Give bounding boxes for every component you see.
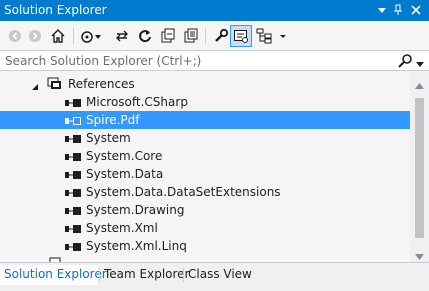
assembly-reference-icon: [65, 241, 81, 251]
tab-team-explorer[interactable]: Team Explorer: [100, 265, 190, 285]
refresh-icon[interactable]: [134, 25, 156, 47]
search-options-dropdown-icon[interactable]: [416, 57, 424, 67]
assembly-reference-icon: [65, 169, 81, 179]
reference-label: Microsoft.CSharp: [86, 95, 188, 109]
dropdown-icon[interactable]: [276, 25, 290, 47]
reference-item[interactable]: System.Data.DataSetExtensions: [0, 183, 410, 201]
pending-changes-icon[interactable]: [80, 25, 102, 47]
toolbar: [0, 22, 429, 50]
back-icon[interactable]: [4, 25, 26, 47]
reference-label: System.Drawing: [86, 203, 185, 217]
assembly-reference-icon: [65, 115, 81, 125]
scrollbar-thumb[interactable]: [415, 98, 424, 238]
vertical-scrollbar[interactable]: [410, 72, 429, 262]
expanded-arrow-icon[interactable]: [31, 80, 39, 94]
reference-label: System.Xml: [86, 221, 158, 235]
class-diagram-icon[interactable]: [253, 25, 275, 47]
collapse-all-icon[interactable]: [157, 25, 179, 47]
reference-item[interactable]: System.Xml: [0, 219, 410, 237]
preview-icon[interactable]: [230, 25, 252, 47]
properties-icon[interactable]: [210, 25, 232, 47]
tree-node-label: References: [68, 77, 135, 91]
reference-label: System.Data.DataSetExtensions: [86, 185, 281, 199]
window-title: Solution Explorer: [4, 3, 107, 17]
reference-item[interactable]: System.Drawing: [0, 201, 410, 219]
reference-label: System.Data: [86, 167, 164, 181]
references-folder-icon: [47, 77, 63, 94]
reference-label: System: [86, 131, 131, 145]
search-box[interactable]: Search Solution Explorer (Ctrl+;): [0, 50, 429, 71]
assembly-reference-icon: [65, 97, 81, 107]
forward-icon[interactable]: [24, 25, 46, 47]
tab-solution-explorer[interactable]: Solution Explorer: [0, 265, 107, 285]
reference-label: Spire.Pdf: [86, 113, 140, 127]
reference-item[interactable]: System: [0, 129, 410, 147]
pin-icon[interactable]: [391, 3, 405, 17]
reference-item[interactable]: System.Core: [0, 147, 410, 165]
show-all-files-icon[interactable]: [180, 25, 202, 47]
solution-tree: References Microsoft.CSharp Spire.Pdf Sy…: [0, 72, 410, 262]
tree-node-references[interactable]: References: [0, 75, 410, 93]
reference-item[interactable]: System.Xml.Linq: [0, 237, 410, 255]
sync-icon[interactable]: [111, 25, 133, 47]
search-icon[interactable]: [397, 53, 413, 69]
assembly-reference-icon: [65, 205, 81, 215]
assembly-reference-icon: [65, 187, 81, 197]
reference-label: System.Xml.Linq: [86, 239, 187, 253]
assembly-reference-icon: [65, 223, 81, 233]
tool-window-tabs: Solution Explorer Team Explorer Class Vi…: [0, 262, 429, 291]
reference-item[interactable]: Microsoft.CSharp: [0, 93, 410, 111]
home-icon[interactable]: [47, 25, 69, 47]
reference-item[interactable]: System.Data: [0, 165, 410, 183]
search-input[interactable]: Search Solution Explorer (Ctrl+;): [5, 54, 201, 68]
title-bar: Solution Explorer: [0, 0, 429, 21]
reference-label: System.Core: [86, 149, 163, 163]
scroll-down-arrow-icon[interactable]: [415, 249, 424, 263]
tab-class-view[interactable]: Class View: [184, 265, 252, 285]
reference-item[interactable]: Spire.Pdf: [0, 111, 410, 129]
toolbar-separator: [205, 28, 206, 44]
scroll-up-arrow-icon[interactable]: [415, 78, 424, 92]
assembly-reference-icon: [65, 151, 81, 161]
assembly-reference-icon: [65, 133, 81, 143]
close-icon[interactable]: [409, 3, 423, 17]
partially-hidden-tree-row[interactable]: [0, 255, 410, 262]
dropdown-icon[interactable]: [375, 3, 389, 17]
toolbar-separator: [73, 28, 74, 44]
